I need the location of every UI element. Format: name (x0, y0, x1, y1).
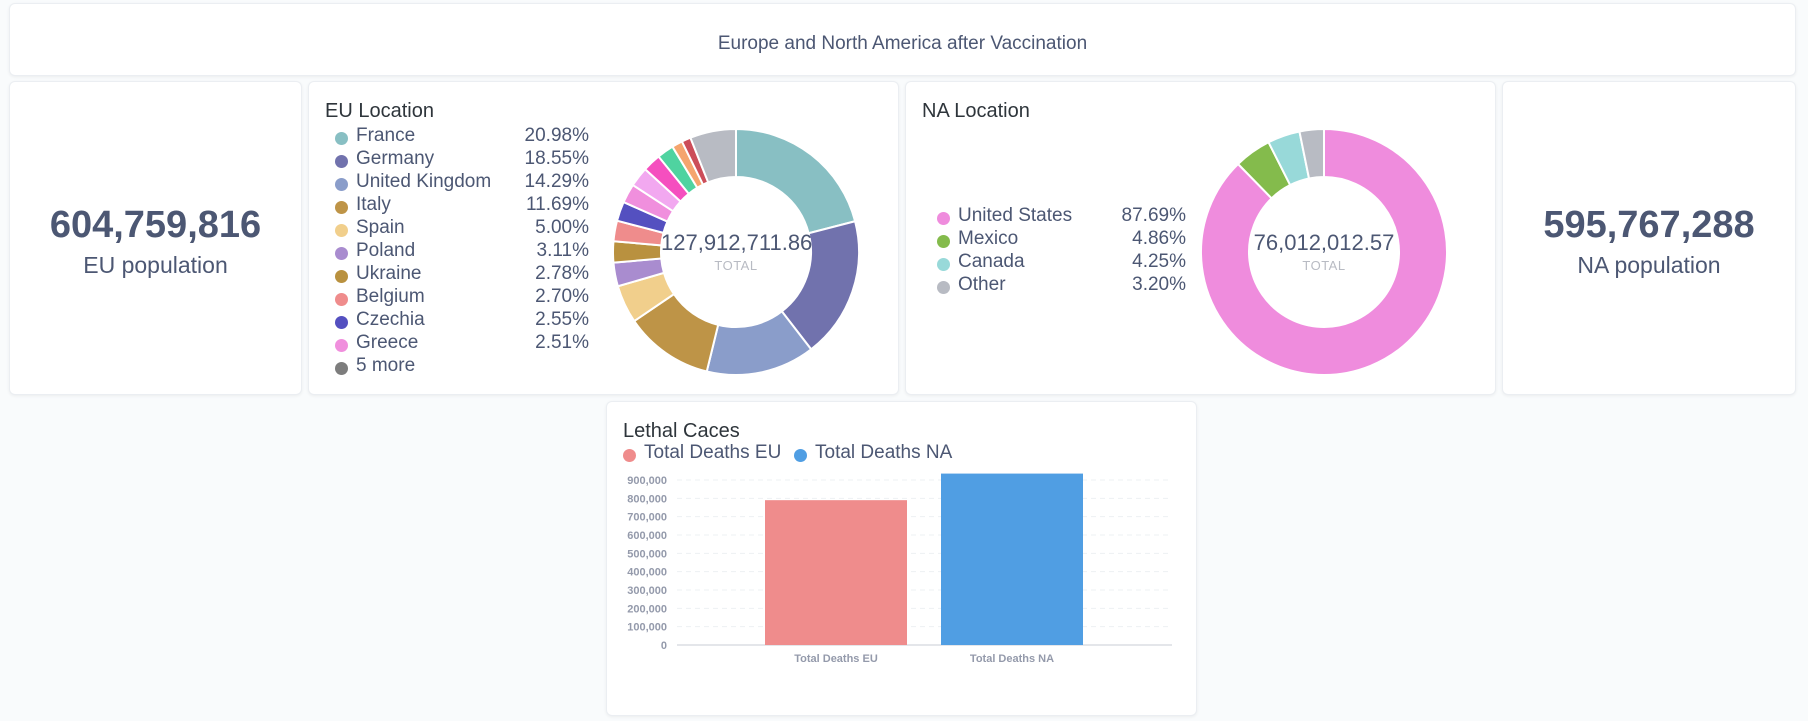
y-tick-label: 200,000 (627, 603, 667, 615)
eu-legend-name: Spain (356, 217, 405, 238)
na-legend-item[interactable]: Mexico 4.86% (937, 228, 1186, 251)
eu-legend-item[interactable]: Belgium 2.70% (335, 286, 589, 309)
na-donut-total-label: TOTAL (1302, 258, 1346, 273)
na-legend-pct: 4.25% (1132, 251, 1186, 272)
eu-legend-item[interactable]: Greece 2.51% (335, 332, 589, 355)
lethal-cases-card[interactable]: Lethal Caces Total Deaths EU Total Deaths… (606, 401, 1197, 716)
x-tick-label: Total Deaths EU (794, 653, 878, 665)
legend-dot-icon (335, 362, 348, 375)
legend-dot-icon (937, 235, 950, 248)
legend-dot-icon (937, 258, 950, 271)
eu-legend-pct: 20.98% (524, 125, 589, 146)
na-legend-name: United States (958, 205, 1073, 226)
y-tick-label: 800,000 (627, 493, 667, 505)
legend-dot-icon (335, 270, 348, 283)
lethal-cases-title[interactable]: Lethal Caces (623, 420, 740, 443)
eu-legend-name: Italy (356, 194, 391, 215)
legend-dot-icon (335, 178, 348, 191)
na-donut-total: 76,012,012.57 (1253, 230, 1395, 255)
lethal-cases-legend-name: Total Deaths NA (815, 442, 953, 463)
lethal-cases-legend-name: Total Deaths EU (644, 442, 782, 463)
eu-legend-pct: 18.55% (524, 148, 589, 169)
na-legend-item[interactable]: United States 87.69% (937, 205, 1186, 228)
legend-dot-icon (937, 281, 950, 294)
na-legend-item[interactable]: Other 3.20% (937, 274, 1186, 297)
legend-dot-icon (335, 201, 348, 214)
legend-dot-icon (623, 449, 636, 462)
eu-legend-item[interactable]: Ukraine 2.78% (335, 263, 589, 286)
y-tick-label: 600,000 (627, 530, 667, 542)
eu-legend-item[interactable]: United Kingdom 14.29% (335, 171, 589, 194)
na-legend-pct: 3.20% (1132, 274, 1186, 295)
eu-legend-pct: 2.70% (535, 286, 589, 307)
eu-legend-name: France (356, 125, 416, 146)
eu-donut-total: 127,912,711.86 (661, 230, 813, 255)
eu-legend-name: Belgium (356, 286, 425, 307)
eu-legend-name: United Kingdom (356, 171, 492, 192)
eu-legend-pct: 2.51% (535, 332, 589, 353)
na-legend-pct: 87.69% (1121, 205, 1186, 226)
eu-legend-item[interactable]: France 20.98% (335, 125, 589, 148)
eu-legend-name: Germany (356, 148, 435, 169)
eu-legend-pct: 2.78% (535, 263, 589, 284)
na-location-title[interactable]: NA Location (922, 100, 1030, 123)
legend-dot-icon (335, 224, 348, 237)
eu-legend-name: Czechia (356, 309, 425, 330)
na-population-card[interactable]: 595,767,288 NA population (1502, 81, 1796, 395)
eu-population-value: 604,759,816 (49, 204, 262, 246)
eu-legend-name: Greece (356, 332, 419, 353)
y-tick-label: 300,000 (627, 585, 667, 597)
eu-legend-item[interactable]: Czechia 2.55% (335, 309, 589, 332)
legend-dot-icon (335, 339, 348, 352)
na-population-label: NA population (1577, 252, 1721, 278)
eu-donut-total-label: TOTAL (714, 258, 758, 273)
legend-dot-icon (335, 155, 348, 168)
na-legend-item[interactable]: Canada 4.25% (937, 251, 1186, 274)
eu-legend-pct: 5.00% (535, 217, 589, 238)
legend-dot-icon (335, 132, 348, 145)
eu-legend-pct: 2.55% (535, 309, 589, 330)
na-location-card[interactable]: NA Location United States 87.69% Mexico 4.8… (905, 81, 1496, 395)
y-tick-label: 900,000 (627, 475, 667, 487)
eu-legend-pct: 3.11% (536, 240, 589, 261)
eu-location-card[interactable]: EU Location France 20.98% Germany 18.55% Uni… (308, 81, 899, 395)
y-tick-label: 700,000 (627, 512, 667, 524)
eu-legend-pct: 11.69% (525, 194, 589, 215)
eu-population-card[interactable]: 604,759,816 EU population (9, 81, 302, 395)
y-tick-label: 100,000 (627, 622, 667, 634)
y-tick-label: 0 (661, 640, 667, 652)
eu-legend-name: Ukraine (356, 263, 422, 284)
x-tick-label: Total Deaths NA (970, 653, 1054, 665)
eu-donut-slice[interactable] (735, 127, 857, 235)
eu-legend-item[interactable]: 5 more (335, 355, 589, 378)
eu-location-title[interactable]: EU Location (325, 100, 434, 123)
eu-population-label: EU population (83, 252, 228, 278)
eu-legend-item[interactable]: Poland 3.11% (335, 240, 589, 263)
y-tick-label: 500,000 (627, 548, 667, 560)
legend-dot-icon (335, 247, 348, 260)
legend-dot-icon (937, 212, 950, 225)
bar-deaths-na[interactable] (941, 473, 1083, 645)
na-legend-name: Mexico (958, 228, 1019, 249)
bar-deaths-eu[interactable] (765, 500, 907, 645)
na-population-value: 595,767,288 (1543, 204, 1755, 246)
eu-legend-item[interactable]: Germany 18.55% (335, 148, 589, 171)
legend-dot-icon (335, 293, 348, 306)
dashboard-title: Europe and North America after Vaccinati… (717, 33, 1088, 54)
eu-legend-item[interactable]: Italy 11.69% (335, 194, 589, 217)
eu-legend-item[interactable]: Spain 5.00% (335, 217, 589, 240)
eu-legend-pct: 14.29% (524, 171, 589, 192)
na-legend-name: Other (958, 274, 1006, 295)
dashboard-header-card: Europe and North America after Vaccinati… (9, 3, 1796, 76)
eu-legend-name: Poland (356, 240, 416, 261)
na-legend-name: Canada (958, 251, 1025, 272)
eu-legend-name: 5 more (356, 355, 416, 376)
lethal-cases-bar-chart: 0 100,000 200,000 300,000 400,000 500,000 600,… (627, 473, 1172, 665)
y-tick-label: 400,000 (627, 567, 667, 579)
legend-dot-icon (335, 316, 348, 329)
legend-dot-icon (794, 449, 807, 462)
na-legend-pct: 4.86% (1132, 228, 1186, 249)
